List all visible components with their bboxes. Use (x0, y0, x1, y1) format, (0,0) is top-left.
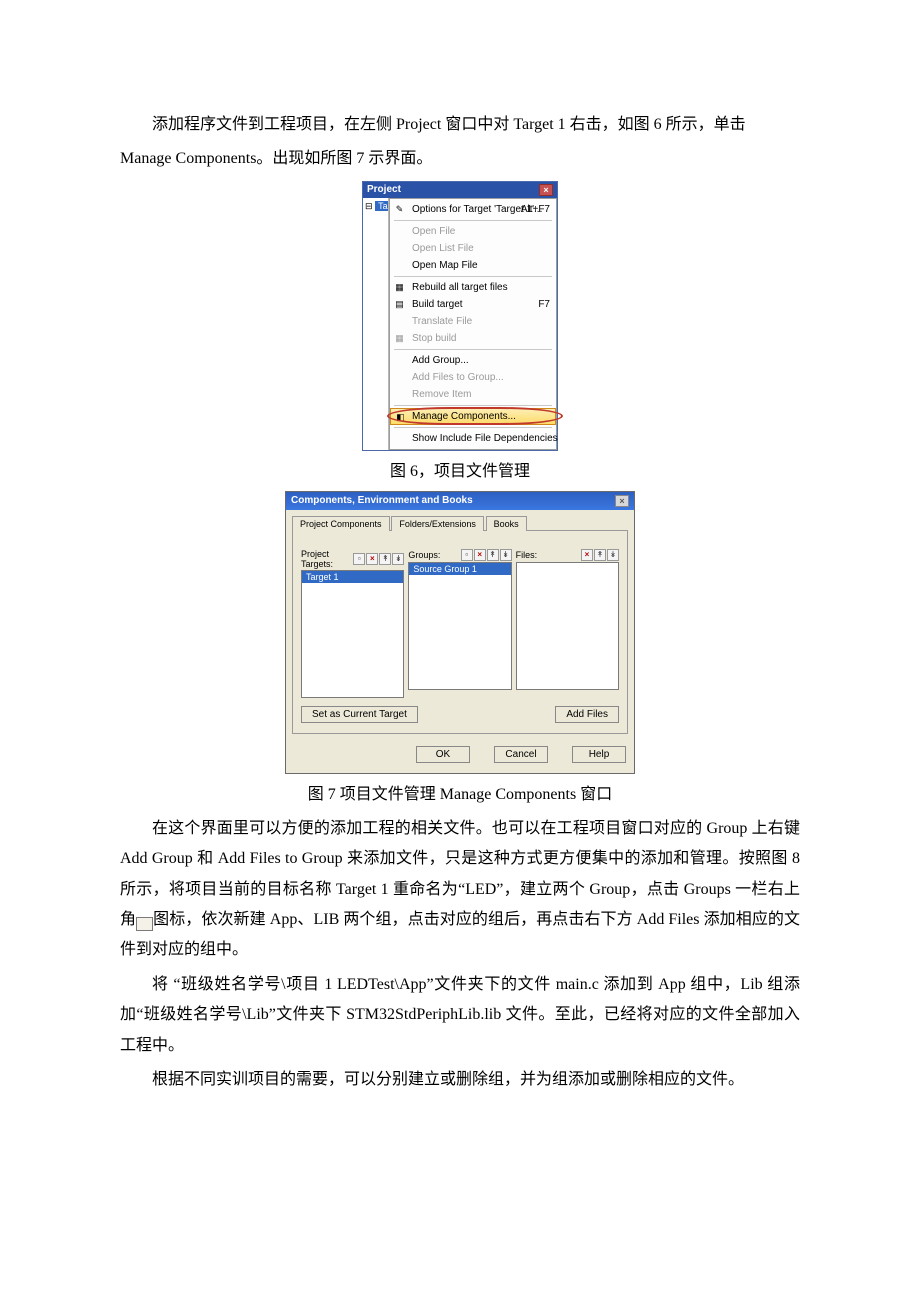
menu-open-file: Open File (390, 223, 556, 240)
project-panel-title: Project (367, 184, 401, 195)
group-item-1[interactable]: Source Group 1 (409, 563, 510, 575)
tree-node-target1[interactable]: Target 1 (375, 201, 388, 211)
target-item-1[interactable]: Target 1 (302, 571, 403, 583)
add-files-button[interactable]: Add Files (555, 706, 619, 723)
files-column: Files: × ↟ ↡ (516, 549, 619, 698)
menu-stop-build: ▦ Stop build (390, 330, 556, 347)
move-up-icon[interactable]: ↟ (487, 549, 499, 561)
menu-options-for-target[interactable]: ✎ Options for Target 'Target 1'... Alt+F… (390, 201, 556, 218)
menu-separator (394, 276, 552, 277)
move-down-icon[interactable]: ↡ (500, 549, 512, 561)
groups-listbox[interactable]: Source Group 1 (408, 562, 511, 690)
dialog-title: Components, Environment and Books (291, 495, 473, 506)
close-icon[interactable]: × (539, 184, 553, 196)
move-up-icon[interactable]: ↟ (379, 553, 391, 565)
groups-label: Groups: (408, 550, 440, 560)
help-button[interactable]: Help (572, 746, 626, 763)
figure-6-context-menu-screenshot: Project × ⊟ Target 1 ✎ Options for Targe… (362, 181, 558, 451)
ok-button[interactable]: OK (416, 746, 470, 763)
menu-open-map-file[interactable]: Open Map File (390, 257, 556, 274)
tab-project-components[interactable]: Project Components (292, 516, 390, 531)
targets-label: Project Targets: (301, 549, 353, 569)
menu-open-list-file: Open List File (390, 240, 556, 257)
menu-separator (394, 349, 552, 350)
build-icon: ▤ (393, 298, 406, 311)
menu-add-files-to-group: Add Files to Group... (390, 369, 556, 386)
move-down-icon[interactable]: ↡ (392, 553, 404, 565)
files-listbox[interactable] (516, 562, 619, 690)
menu-separator (394, 405, 552, 406)
paragraph-1: 添加程序文件到工程项目，在左侧 Project 窗口中对 Target 1 右击… (120, 110, 800, 140)
groups-toolbar: ▫ × ↟ ↡ (461, 549, 512, 561)
manage-components-icon: ◧ (394, 411, 407, 424)
delete-icon[interactable]: × (366, 553, 378, 565)
tab-books[interactable]: Books (486, 516, 527, 531)
rebuild-icon: ▦ (393, 281, 406, 294)
cancel-button[interactable]: Cancel (494, 746, 548, 763)
figure-7-manage-components-window: Components, Environment and Books × Proj… (285, 491, 635, 774)
menu-separator (394, 220, 552, 221)
project-panel-titlebar: Project × (363, 182, 557, 198)
menu-rebuild-all[interactable]: ▦ Rebuild all target files (390, 279, 556, 296)
stop-icon: ▦ (393, 332, 406, 345)
menu-show-include-deps[interactable]: Show Include File Dependencies (390, 430, 556, 447)
dialog-tabs: Project Components Folders/Extensions Bo… (286, 510, 634, 531)
menu-add-group[interactable]: Add Group... (390, 352, 556, 369)
tab-panel: Project Targets: ▫ × ↟ ↡ Target 1 (292, 530, 628, 734)
menu-separator (394, 427, 552, 428)
tab-folders-extensions[interactable]: Folders/Extensions (391, 516, 484, 531)
paragraph-5: 根据不同实训项目的需要，可以分别建立或删除组，并为组添加或删除相应的文件。 (120, 1065, 800, 1095)
dialog-footer: OK Cancel Help (286, 740, 634, 773)
dialog-titlebar: Components, Environment and Books × (286, 492, 634, 510)
menu-remove-item: Remove Item (390, 386, 556, 403)
menu-manage-components[interactable]: ◧ Manage Components... (390, 408, 556, 425)
document-page: 添加程序文件到工程项目，在左侧 Project 窗口中对 Target 1 右击… (0, 0, 920, 1159)
tree-expander-icon[interactable]: ⊟ (365, 201, 373, 211)
paragraph-4: 将 “班级姓名学号\项目 1 LEDTest\App”文件夹下的文件 main.… (120, 970, 800, 1061)
targets-column: Project Targets: ▫ × ↟ ↡ Target 1 (301, 549, 404, 698)
files-label: Files: (516, 550, 538, 560)
wand-icon: ✎ (393, 203, 406, 216)
delete-icon[interactable]: × (474, 549, 486, 561)
targets-listbox[interactable]: Target 1 (301, 570, 404, 698)
delete-icon[interactable]: × (581, 549, 593, 561)
move-down-icon[interactable]: ↡ (607, 549, 619, 561)
files-toolbar: × ↟ ↡ (581, 549, 619, 561)
new-icon[interactable]: ▫ (461, 549, 473, 561)
menu-build-target[interactable]: ▤ Build target F7 (390, 296, 556, 313)
new-icon[interactable]: ▫ (353, 553, 365, 565)
groups-column: Groups: ▫ × ↟ ↡ Source Group 1 (408, 549, 511, 698)
move-up-icon[interactable]: ↟ (594, 549, 606, 561)
new-group-icon: ▫ (136, 917, 153, 931)
set-as-current-target-button[interactable]: Set as Current Target (301, 706, 418, 723)
paragraph-2: Manage Components。出现如所图 7 示界面。 (120, 144, 800, 174)
figure-6-caption: 图 6，项目文件管理 (120, 457, 800, 481)
context-menu: ✎ Options for Target 'Target 1'... Alt+F… (389, 198, 557, 450)
figure-7-caption: 图 7 项目文件管理 Manage Components 窗口 (120, 780, 800, 804)
close-icon[interactable]: × (615, 495, 629, 507)
menu-translate-file: Translate File (390, 313, 556, 330)
paragraph-3: 在这个界面里可以方便的添加工程的相关文件。也可以在工程项目窗口对应的 Group… (120, 814, 800, 966)
project-tree-pane: ⊟ Target 1 (363, 198, 389, 450)
targets-toolbar: ▫ × ↟ ↡ (353, 553, 404, 565)
